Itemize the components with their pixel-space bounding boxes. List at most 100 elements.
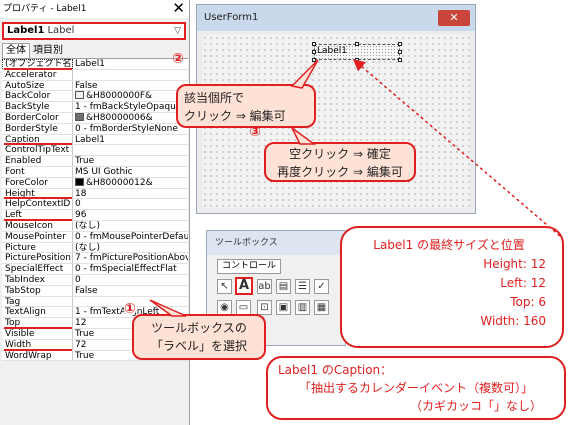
property-row[interactable]: TabStop False	[2, 285, 188, 297]
property-row[interactable]: Caption Label1	[2, 134, 188, 146]
resize-handle[interactable]	[355, 42, 359, 46]
resize-handle[interactable]	[398, 42, 402, 46]
property-value[interactable]: &H80000006&	[73, 112, 188, 123]
property-row[interactable]: PicturePosition 7 - fmPicturePositionAbov…	[2, 253, 188, 265]
property-row[interactable]: SpecialEffect 0 - fmSpecialEffectFlat	[2, 264, 188, 275]
property-value[interactable]	[73, 145, 188, 155]
chevron-down-icon[interactable]: ▽	[174, 24, 181, 38]
property-row[interactable]: Accelerator	[2, 69, 188, 81]
property-value-text: &H8000000F&	[86, 91, 153, 102]
property-value[interactable]: &H80000012&	[73, 177, 188, 188]
resize-handle[interactable]	[312, 50, 316, 54]
property-value[interactable]: MS UI Gothic	[73, 167, 188, 177]
resize-handle[interactable]	[312, 42, 316, 46]
property-row[interactable]: Enabled True	[2, 156, 188, 167]
textbox-tool-icon[interactable]: ab	[257, 279, 272, 294]
label1-control[interactable]: Label1	[312, 42, 402, 62]
property-value[interactable]: Label1	[73, 135, 188, 145]
listbox-tool-icon[interactable]: ☰	[295, 279, 310, 294]
multipage-tool-icon[interactable]: ▦	[314, 300, 329, 315]
object-selector[interactable]: Label1 Label ▽	[2, 22, 186, 40]
checkbox-tool-icon[interactable]: ✓	[314, 279, 329, 294]
property-value[interactable]	[73, 70, 188, 80]
tab-controls[interactable]: コントロール	[217, 259, 282, 274]
property-value[interactable]: Label1	[73, 59, 188, 69]
properties-title: プロパティ - Label1	[3, 4, 87, 14]
property-value[interactable]: 1 - fmBackStyleOpaque	[73, 102, 188, 112]
tab-categorized[interactable]: 項目別	[30, 44, 66, 58]
property-row[interactable]: Picture (なし)	[2, 242, 188, 254]
properties-window: プロパティ - Label1 ✕ Label1 Label ▽ 全体 項目別 (オブ…	[0, 0, 190, 425]
property-value[interactable]: 96	[73, 210, 188, 220]
property-row[interactable]: Height 18	[2, 188, 188, 200]
property-row[interactable]: HelpContextID 0	[2, 199, 188, 211]
userform-title-bar: UserForm1 ✕	[197, 5, 475, 31]
property-value-text: &H80000012&	[86, 177, 153, 188]
property-value[interactable]: 0 - fmMousePointerDefault	[73, 232, 188, 242]
properties-tabs: 全体 項目別	[2, 43, 66, 58]
resize-handle[interactable]	[312, 58, 316, 62]
optionbutton-tool-icon[interactable]: ◉	[217, 300, 232, 315]
property-value[interactable]: False	[73, 81, 188, 91]
pointer-tool-icon[interactable]: ↖	[217, 279, 232, 294]
property-value-text: 12	[75, 318, 87, 328]
property-value[interactable]: (なし)	[73, 221, 188, 231]
property-name: BackColor	[2, 91, 73, 102]
property-value[interactable]: 0 - fmSpecialEffectFlat	[73, 264, 188, 274]
tab-alphabetic[interactable]: 全体	[2, 43, 30, 58]
property-value[interactable]: False	[73, 286, 188, 296]
tabstrip-tool-icon[interactable]: ▥	[295, 300, 310, 315]
property-row[interactable]: BorderStyle 0 - fmBorderStyleNone	[2, 123, 188, 135]
resize-handle[interactable]	[355, 58, 359, 62]
property-name: BorderStyle	[2, 123, 73, 134]
label-tool-icon[interactable]: A	[235, 277, 253, 295]
combobox-tool-icon[interactable]: ▤	[276, 279, 291, 294]
property-row[interactable]: (オブジェクト名) Label1	[2, 59, 188, 70]
userform-title: UserForm1	[204, 12, 259, 23]
property-value[interactable]: 0	[73, 275, 188, 285]
property-name: TabIndex	[2, 274, 73, 285]
resize-handle[interactable]	[398, 50, 402, 54]
object-type: Label	[47, 25, 75, 36]
property-row[interactable]: AutoSize False	[2, 80, 188, 92]
property-row[interactable]: MousePointer 0 - fmMousePointerDefault	[2, 231, 188, 243]
property-row[interactable]: BackColor &H8000000F&	[2, 91, 188, 103]
property-value[interactable]: 0	[73, 199, 188, 209]
close-icon[interactable]: ✕	[172, 0, 185, 17]
property-row[interactable]: BorderColor &H80000006&	[2, 112, 188, 124]
property-value-text: True	[75, 328, 95, 339]
color-swatch	[75, 91, 84, 100]
property-name: ControlTipText	[2, 145, 73, 156]
property-row[interactable]: Font MS UI Gothic	[2, 166, 188, 178]
property-row[interactable]: TabIndex 0	[2, 274, 188, 286]
property-value-text: True	[75, 156, 95, 166]
property-value[interactable]: (なし)	[73, 243, 188, 253]
property-row[interactable]: MouseIcon (なし)	[2, 220, 188, 232]
togglebutton-tool-icon[interactable]: ▭	[236, 300, 251, 315]
property-value[interactable]: 0 - fmBorderStyleNone	[73, 124, 188, 134]
property-name: TextAlign	[2, 307, 73, 318]
property-row[interactable]: ControlTipText	[2, 145, 188, 157]
property-value[interactable]: 7 - fmPicturePositionAbove	[73, 253, 188, 263]
property-name: Top	[2, 318, 73, 328]
property-value-text: False	[75, 285, 98, 296]
frame-tool-icon[interactable]: ⊡	[257, 300, 272, 315]
property-row[interactable]: Left 96	[2, 210, 188, 221]
property-row[interactable]: ForeColor &H80000012&	[2, 177, 188, 189]
property-value[interactable]: 18	[73, 189, 188, 199]
close-icon[interactable]: ✕	[438, 10, 470, 26]
property-name: Height	[2, 188, 73, 199]
property-value[interactable]: True	[73, 156, 188, 166]
step-number: ②	[172, 51, 184, 67]
property-row[interactable]: Tag	[2, 296, 188, 308]
commandbutton-tool-icon[interactable]: ▣	[276, 300, 291, 315]
property-value[interactable]: &H8000000F&	[73, 91, 188, 101]
property-row[interactable]: BackStyle 1 - fmBackStyleOpaque	[2, 102, 188, 113]
property-value-text: 0 - fmBorderStyleNone	[75, 123, 178, 134]
resize-handle[interactable]	[398, 58, 402, 62]
property-name: MouseIcon	[2, 220, 73, 231]
property-name: Accelerator	[2, 69, 73, 80]
note-height: Height: 12	[483, 257, 546, 271]
property-name: AutoSize	[2, 80, 73, 91]
property-value-text: (なし)	[75, 242, 101, 253]
